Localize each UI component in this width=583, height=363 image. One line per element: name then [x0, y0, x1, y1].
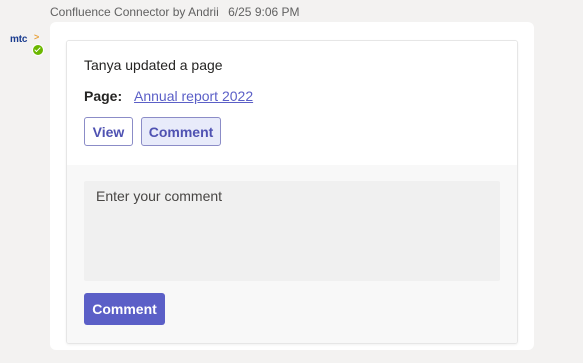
page-label: Page:	[84, 88, 123, 104]
message-timestamp: 6/25 9:06 PM	[228, 5, 300, 19]
comment-input[interactable]	[84, 181, 500, 281]
available-status-icon	[32, 44, 44, 56]
comment-submit-button[interactable]: Comment	[84, 293, 165, 325]
card-headline: Tanya updated a page	[84, 57, 223, 73]
page-row: Page: Annual report 2022	[84, 88, 253, 104]
page-link[interactable]: Annual report 2022	[134, 88, 253, 104]
message-header: Confluence Connector by Andrii 6/25 9:06…	[50, 5, 300, 19]
comment-section: Comment	[67, 165, 517, 343]
message-bubble: Tanya updated a page Page: Annual report…	[50, 22, 534, 350]
sender-avatar[interactable]: mtc >	[8, 32, 44, 56]
avatar-logo-text: mtc	[10, 34, 28, 45]
comment-toggle-button[interactable]: Comment	[141, 117, 221, 146]
avatar-logo-arrow-icon: >	[34, 32, 40, 42]
sender-name: Confluence Connector by Andrii	[50, 5, 219, 19]
view-button[interactable]: View	[84, 117, 133, 146]
adaptive-card: Tanya updated a page Page: Annual report…	[66, 40, 518, 344]
card-header-section: Tanya updated a page Page: Annual report…	[67, 41, 517, 165]
